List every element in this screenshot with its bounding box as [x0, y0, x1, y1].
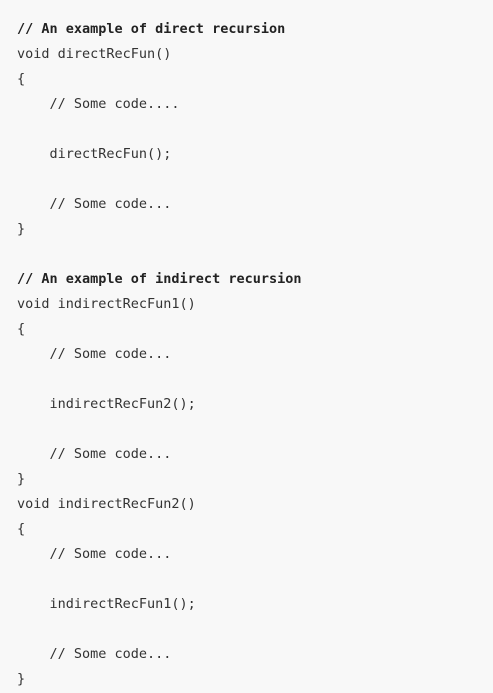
code-comment-heading: // An example of indirect recursion	[17, 271, 302, 287]
code-line: indirectRecFun2();	[17, 396, 196, 412]
code-line: // Some code...	[17, 646, 172, 662]
code-line: void indirectRecFun2()	[17, 496, 196, 512]
code-line: }	[17, 471, 26, 487]
code-block: // An example of direct recursion void di…	[0, 0, 493, 693]
code-comment-heading: // An example of direct recursion	[17, 21, 286, 37]
code-line: // Some code...	[17, 446, 172, 462]
code-line: directRecFun();	[17, 146, 172, 162]
code-line: // Some code...	[17, 346, 172, 362]
code-line: void directRecFun()	[17, 46, 172, 62]
code-line: }	[17, 671, 26, 687]
code-line: }	[17, 221, 26, 237]
code-line: // Some code...	[17, 546, 172, 562]
code-line: {	[17, 71, 26, 87]
code-lines: // An example of direct recursion void di…	[17, 17, 493, 692]
code-line: // Some code....	[17, 96, 180, 112]
code-line: // Some code...	[17, 196, 172, 212]
code-line: {	[17, 521, 26, 537]
code-line: {	[17, 321, 26, 337]
code-line: void indirectRecFun1()	[17, 296, 196, 312]
code-line: indirectRecFun1();	[17, 596, 196, 612]
